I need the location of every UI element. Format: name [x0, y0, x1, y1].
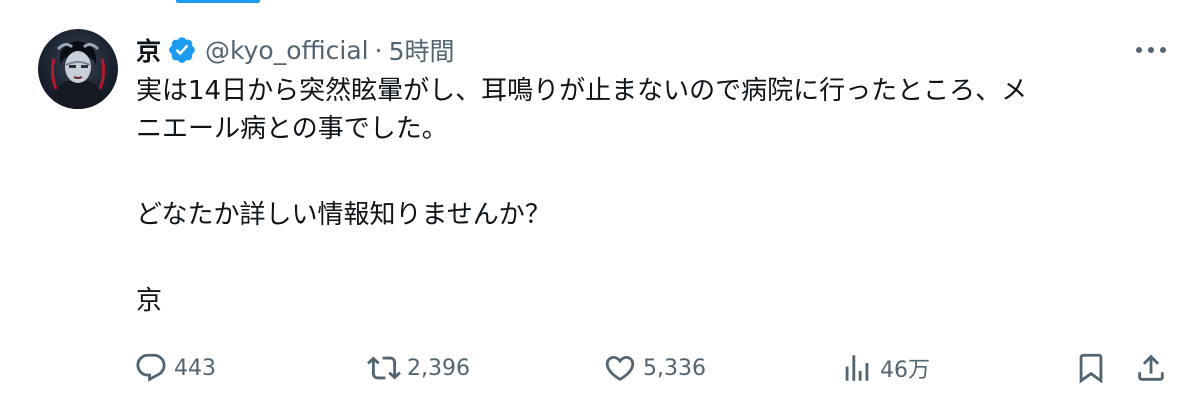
tweet-text-line: ニエール病との事でした。	[136, 114, 448, 144]
share-button[interactable]	[1134, 348, 1168, 388]
tweet-signature: 京	[136, 286, 163, 316]
reply-count: 443	[174, 355, 216, 381]
tweet-text-line: どなたか詳しい情報知りませんか？	[136, 200, 551, 230]
more-horizontal-icon	[1136, 47, 1166, 53]
views-button[interactable]: 46万	[840, 348, 930, 388]
user-avatar-icon	[48, 41, 108, 109]
reply-icon	[136, 353, 166, 382]
retweet-button[interactable]: 2,396	[367, 348, 470, 388]
user-handle[interactable]: @kyo_official	[205, 36, 369, 65]
display-name[interactable]: 京	[136, 32, 161, 68]
views-icon	[845, 355, 869, 381]
like-button[interactable]: 5,336	[603, 348, 706, 388]
more-button[interactable]	[1131, 38, 1171, 62]
bookmark-icon	[1079, 353, 1103, 384]
heart-icon	[605, 355, 635, 381]
tweet-header: 京 @kyo_official · 5時間	[136, 30, 454, 70]
verified-badge-icon	[169, 37, 195, 63]
views-count: 46万	[880, 358, 930, 383]
like-count: 5,336	[643, 355, 706, 381]
action-bar: 443 2,396 5,336 46万	[0, 348, 1197, 388]
retweet-icon	[367, 356, 401, 380]
retweet-count: 2,396	[407, 355, 470, 381]
separator-dot: ·	[374, 35, 383, 65]
avatar[interactable]	[38, 29, 118, 109]
tweet-text-line: 実は14日から突然眩暈がし、耳鳴りが止まないので病院に行ったところ、メ	[136, 76, 1028, 106]
tab-indicator	[176, 0, 260, 3]
timestamp[interactable]: 5時間	[389, 32, 455, 68]
reply-button[interactable]: 443	[134, 348, 216, 388]
bookmark-button[interactable]	[1074, 348, 1108, 388]
share-icon	[1138, 354, 1164, 381]
